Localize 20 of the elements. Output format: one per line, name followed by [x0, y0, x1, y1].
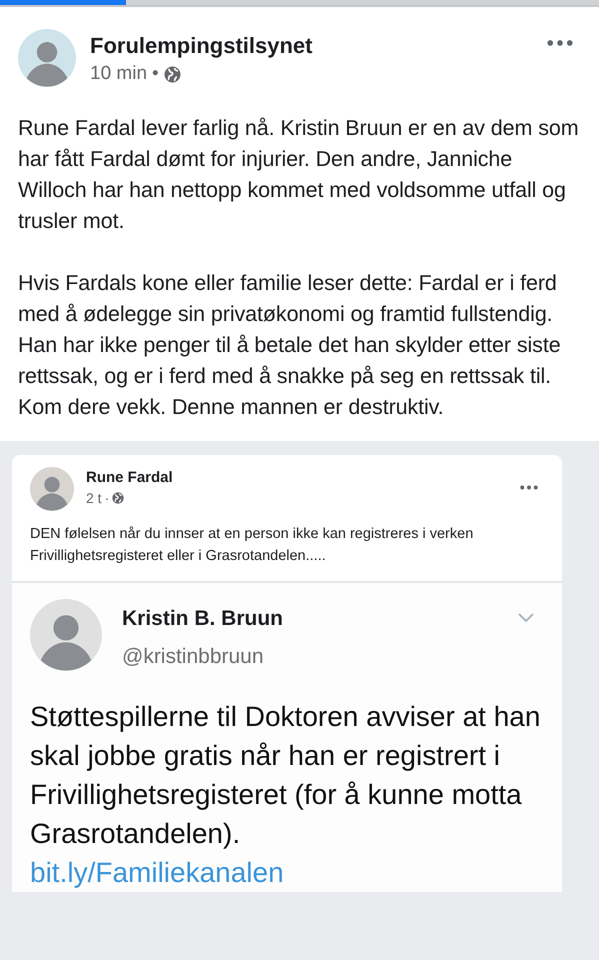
- author-name[interactable]: Forulempingstilsynet: [90, 33, 533, 59]
- globe-icon: [112, 492, 124, 504]
- separator-dot: ·: [104, 490, 110, 506]
- tweet-link[interactable]: bit.ly/Familiekanalen: [30, 853, 544, 892]
- author-name[interactable]: Rune Fardal: [86, 469, 508, 486]
- tweet-text: Støttespillerne til Doktoren avviser at han skal jobbe gratis når han er registrert i Frivillighetsregisteret (for å kunne motta Grasrotandelen).: [30, 700, 542, 851]
- more-options-icon[interactable]: [520, 485, 538, 490]
- post-text: DEN følelsen når du innser at en person ikke kan registreres i verken Frivillighetsregisteret eller i Grasrotandelen.....: [30, 525, 474, 566]
- separator-dot: •: [152, 63, 159, 85]
- post-time[interactable]: 10 min: [90, 63, 148, 85]
- avatar-icon: [30, 599, 102, 671]
- post-text: Rune Fardal lever farlig nå. Kristin Bruun er en av dem som har fått Fardal dømt for injurier. Den andre, Janniche Willoch har han nettopp kommet med voldsomme utfall og trusler mot.: [18, 115, 580, 235]
- tweet-handle: @kristinbbruun: [122, 645, 265, 669]
- post-time[interactable]: 2 t: [86, 490, 102, 506]
- tweet-author-name: Kristin B. Bruun: [122, 607, 284, 631]
- avatar-icon: [30, 467, 74, 511]
- more-options-icon[interactable]: [547, 39, 573, 47]
- post-text: Hvis Fardals kone eller familie leser dette: Fardal er i ferd med å ødelegge sin privatøkonomi og framtid fullstendig. Han har ikke penger til å betale det han skylder etter siste rettssak, og er i ferd med å snakke på seg en rettssak til. Kom dere vekk. Denne mannen er destruktiv.: [18, 270, 562, 421]
- avatar-icon: [18, 29, 76, 87]
- globe-icon: [164, 66, 181, 82]
